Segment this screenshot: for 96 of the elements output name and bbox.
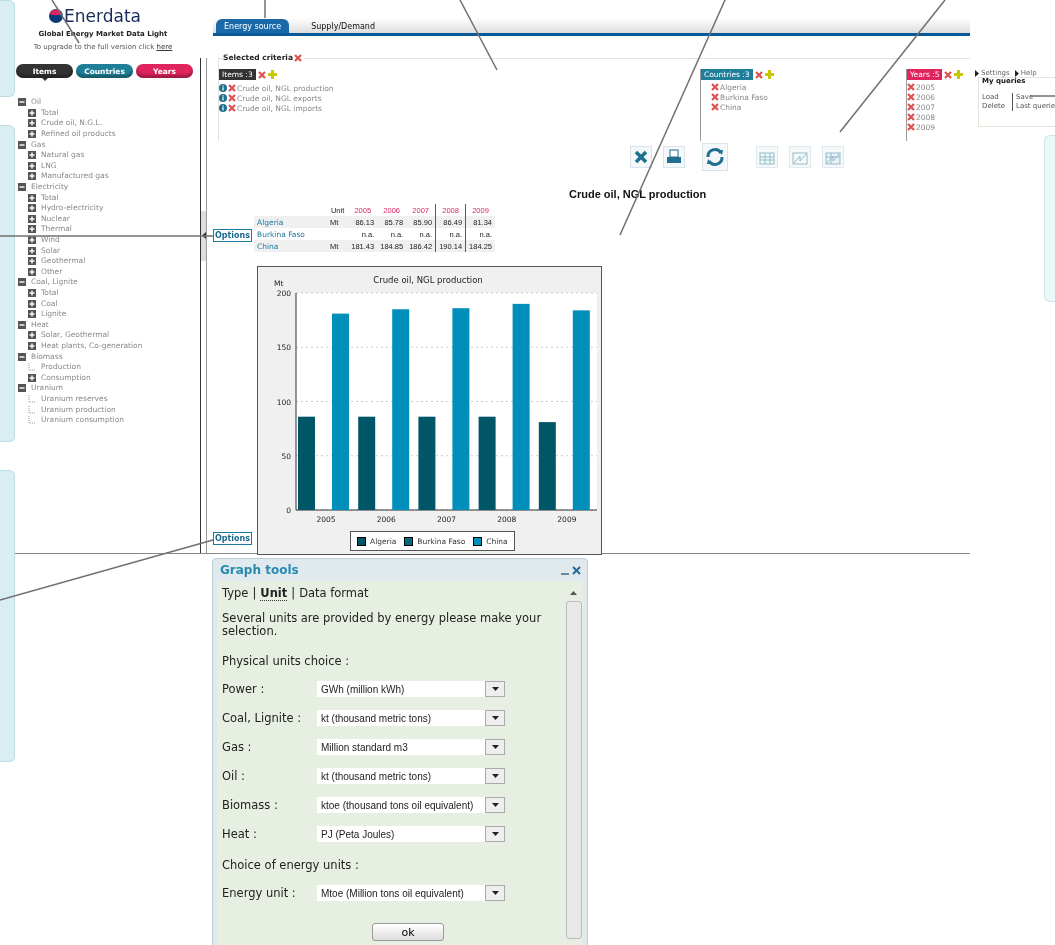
tab[interactable]: Data format [299, 586, 369, 601]
remove-icon[interactable] [293, 53, 302, 62]
expand-icon[interactable] [28, 225, 36, 234]
dropdown-arrow-icon[interactable] [491, 745, 499, 749]
expand-icon[interactable] [28, 310, 36, 319]
expand-icon[interactable] [28, 193, 36, 202]
info-icon[interactable] [219, 94, 227, 102]
refresh-icon[interactable] [702, 143, 728, 171]
scroll-up-icon[interactable] [570, 591, 577, 595]
remove-icon[interactable] [711, 83, 719, 91]
field-label: Power : [222, 682, 266, 696]
remove-icon[interactable] [907, 93, 915, 101]
remove-icon[interactable] [754, 70, 763, 79]
unit-dropdown[interactable]: ktoe (thousand tons oil equivalent) [317, 797, 505, 813]
field-label: Coal, Lignite : [222, 711, 303, 725]
expand-icon[interactable] [28, 341, 36, 350]
section-heading: Choice of energy units : [222, 858, 360, 872]
print-icon[interactable] [663, 146, 685, 168]
remove-icon[interactable] [907, 103, 915, 111]
arrow-icon [975, 69, 979, 77]
dropdown-arrow-icon[interactable] [491, 716, 499, 720]
expand-icon[interactable] [28, 289, 36, 297]
tab[interactable]: Supply/Demand [303, 19, 383, 33]
remove-icon[interactable] [228, 94, 236, 102]
remove-icon[interactable] [907, 113, 915, 121]
separator: | [252, 586, 257, 601]
expand-icon[interactable] [28, 119, 36, 128]
info-icon[interactable] [219, 84, 227, 92]
dropdown-arrow-icon[interactable] [491, 803, 499, 807]
info-icon[interactable] [219, 104, 227, 112]
remove-icon[interactable] [228, 104, 236, 112]
leader-line [459, 0, 498, 71]
expand-icon[interactable] [28, 161, 36, 170]
expand-icon[interactable] [28, 236, 36, 244]
expand-icon[interactable] [28, 246, 36, 255]
collapse-icon[interactable] [18, 384, 26, 393]
expand-icon[interactable] [28, 214, 36, 223]
field-label: Heat : [222, 827, 258, 841]
field-label: Energy unit : [222, 886, 297, 900]
window-title: Graph tools [220, 563, 299, 577]
logo-text: Enerdata [64, 7, 141, 25]
report-title: Crude oil, NGL production [569, 188, 708, 200]
collapse-icon[interactable] [18, 98, 26, 107]
expand-icon[interactable] [28, 373, 36, 382]
field-label: Biomass : [222, 798, 279, 812]
collapse-icon[interactable] [18, 183, 26, 192]
ok-button[interactable]: ok [372, 923, 444, 941]
close-icon[interactable] [572, 565, 581, 575]
leader-line [264, 0, 266, 19]
excel-export-icon[interactable] [630, 146, 652, 168]
collapse-icon[interactable] [18, 278, 26, 287]
arrow-icon [1014, 69, 1019, 77]
unit-dropdown[interactable]: PJ (Peta Joules) [317, 826, 505, 842]
expand-icon[interactable] [28, 331, 36, 340]
expand-icon[interactable] [28, 257, 36, 266]
collapse-icon[interactable] [18, 320, 26, 329]
dropdown-arrow-icon[interactable] [491, 687, 499, 691]
remove-icon[interactable] [907, 83, 915, 91]
expand-icon[interactable] [28, 299, 36, 308]
options-button[interactable]: Options [213, 532, 253, 545]
remove-icon[interactable] [944, 70, 953, 79]
dropdown-arrow-icon[interactable] [491, 832, 499, 836]
expand-icon[interactable] [28, 130, 36, 139]
remove-icon[interactable] [228, 84, 236, 92]
collapse-icon[interactable] [18, 140, 26, 149]
tab[interactable]: Type [222, 586, 249, 601]
dropdown-arrow-icon[interactable] [491, 774, 499, 778]
expand-icon[interactable] [28, 151, 36, 160]
section-heading: Physical units choice : [222, 654, 351, 668]
separator: | [291, 586, 296, 601]
intro-text: Several units are provided by energy please make your selection. [222, 612, 543, 638]
leader-line [1029, 95, 1055, 97]
unit-dropdown[interactable]: kt (thousand metric tons) [317, 710, 505, 726]
sidebar-splitter[interactable] [200, 58, 207, 553]
remove-icon[interactable] [711, 93, 719, 101]
globe-logo-icon [49, 9, 63, 23]
chart-title: Crude oil, NGL production [373, 275, 483, 285]
expand-icon[interactable] [28, 267, 36, 276]
unit-dropdown[interactable]: Million standard m3 [317, 739, 505, 755]
options-button[interactable]: Options [213, 229, 253, 242]
field-label: Gas : [222, 740, 253, 754]
remove-icon[interactable] [907, 123, 915, 131]
remove-icon[interactable] [257, 70, 266, 79]
remove-icon[interactable] [711, 103, 719, 111]
expand-icon[interactable] [28, 204, 36, 213]
collapse-handle[interactable] [201, 210, 206, 261]
unit-dropdown[interactable]: Mtoe (Million tons oil equivalent) [317, 885, 505, 901]
unit-dropdown[interactable]: GWh (million kWh) [317, 681, 505, 697]
dropdown-arrow-icon[interactable] [491, 891, 499, 895]
collapse-icon[interactable] [18, 352, 26, 361]
expand-icon[interactable] [28, 108, 36, 117]
tab[interactable]: Energy source [216, 19, 290, 33]
unit-dropdown[interactable]: kt (thousand metric tons) [317, 768, 505, 784]
field-label: Oil : [222, 769, 246, 783]
tab[interactable]: Unit [260, 586, 288, 601]
expand-icon[interactable] [28, 172, 36, 181]
